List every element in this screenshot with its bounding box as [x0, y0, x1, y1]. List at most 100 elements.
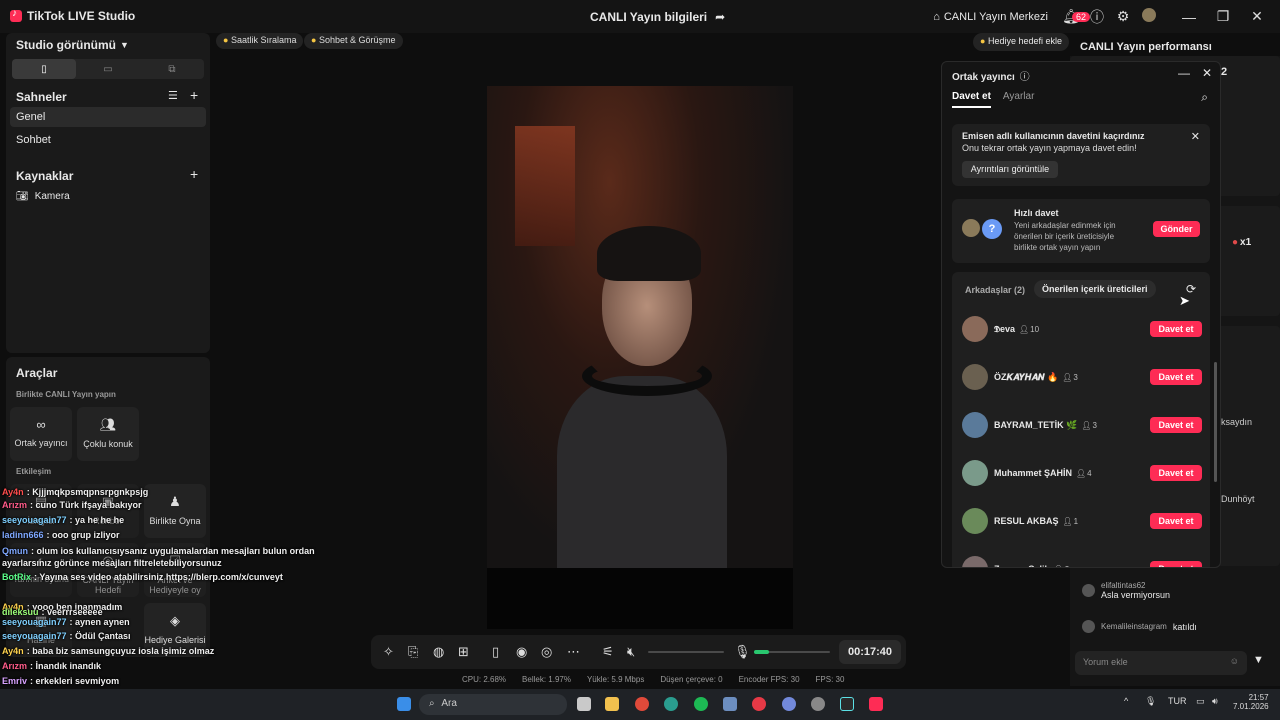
cohost-tool-button[interactable]: ∞ Ortak yayıncı [10, 407, 72, 461]
effects-icon[interactable]: ◍ [433, 644, 444, 660]
microphone-icon[interactable]: 🎙︎ [734, 644, 751, 660]
invite-button[interactable]: Davet et [1150, 513, 1202, 529]
scrollbar[interactable] [1214, 362, 1217, 482]
clock[interactable]: 21:57 7.01.2026 [1233, 693, 1269, 711]
windows-start-icon[interactable] [397, 697, 411, 711]
cohost-tabs: Davet et Ayarlar [952, 91, 1034, 108]
gift-icon: ◈ [170, 613, 180, 628]
mic-slider[interactable] [754, 650, 830, 654]
scene-item-genel[interactable]: Genel [10, 107, 206, 127]
search-button[interactable]: ⌕ [1201, 90, 1208, 105]
record-icon[interactable]: ◉ [516, 644, 527, 660]
phone-icon[interactable]: ▯ [492, 644, 499, 660]
tab-friends[interactable]: Arkadaşlar (2) [965, 285, 1025, 295]
invite-button[interactable]: Davet et [1150, 417, 1202, 433]
edge-icon[interactable] [664, 697, 678, 711]
add-scene-button[interactable]: + [190, 87, 198, 103]
landscape-layout-tab[interactable]: ▭ [76, 59, 140, 79]
chat-icon: ● [311, 35, 317, 45]
file-explorer-icon[interactable] [605, 697, 619, 711]
notification-badge: 62 [1072, 12, 1091, 22]
friend-row: Zeynep Çelik 👤︎2 Davet et [962, 553, 1202, 567]
settings-button[interactable]: ⚙ [1110, 8, 1136, 25]
add-source-button[interactable]: + [190, 166, 198, 182]
chat-message: ayarlarsınız görünce mesajları filtrelet… [2, 558, 222, 568]
invite-button[interactable]: Davet et [1150, 321, 1202, 337]
add-media-icon[interactable]: ⊞ [458, 644, 469, 660]
scene-item-sohbet[interactable]: Sohbet [10, 130, 206, 150]
chrome-icon[interactable] [635, 697, 649, 711]
taskbar-search[interactable]: ⌕ Ara [419, 694, 567, 715]
more-icon[interactable]: ⋯ [567, 644, 580, 660]
landscape-icon: ▭ [103, 63, 113, 75]
send-button[interactable]: Gönder [1153, 221, 1200, 237]
language-indicator[interactable]: TUR [1168, 696, 1187, 706]
volume-slider[interactable] [648, 651, 724, 653]
invite-button[interactable]: Davet et [1150, 369, 1202, 385]
live-info-button[interactable]: CANLI Yayın bilgileri ➦ [590, 10, 725, 24]
portrait-layout-tab[interactable]: ▯ [12, 59, 76, 79]
audio-settings-icon[interactable]: ⚟ [602, 644, 614, 660]
comment-input[interactable]: Yorum ekle ☺ [1075, 651, 1247, 675]
person-icon: 👤︎ [1076, 468, 1087, 478]
translate-icon[interactable]: ⎘ [408, 644, 418, 660]
close-button[interactable]: ✕ [1244, 8, 1270, 25]
dismiss-button[interactable]: ✕ [1191, 130, 1200, 143]
friend-count: 4 [1087, 468, 1092, 478]
studio-view-dropdown[interactable]: Studio görünümü ▼ [16, 38, 129, 52]
streamer-figure [557, 206, 727, 576]
hourly-ranking-chip[interactable]: ● Saatlik Sıralama [216, 33, 304, 49]
maximize-button[interactable]: ❐ [1210, 8, 1236, 25]
dialog-minimize-button[interactable]: — [1178, 66, 1190, 80]
stat-cpu: CPU: 2.68% [462, 675, 507, 684]
camera-switch-icon[interactable]: ◎ [541, 644, 552, 660]
steam-icon[interactable] [723, 697, 737, 711]
scenes-title: Sahneler [16, 90, 67, 104]
plus-icon: + [190, 87, 199, 103]
filter-button[interactable]: ▼ [1253, 654, 1264, 666]
dual-screen-icon: ⧉ [168, 63, 176, 75]
dual-layout-tab[interactable]: ⧉ [140, 59, 204, 79]
avatar [962, 316, 988, 342]
cohost-dialog: Ortak yayıncı ⓘ — ✕ Davet et Ayarlar ⌕ E… [941, 61, 1221, 568]
multi-guest-tool-button[interactable]: 👥︎ Çoklu konuk [77, 407, 139, 461]
chat-meet-chip[interactable]: ● Sohbet & Görüşme [304, 33, 403, 49]
tiktok-live-studio-icon[interactable] [869, 697, 883, 711]
tab-suggested-creators[interactable]: Önerilen içerik üreticileri [1034, 280, 1156, 298]
friend-count: 1 [1073, 516, 1079, 526]
view-details-button[interactable]: Ayrıntıları görüntüle [962, 161, 1058, 178]
dialog-close-button[interactable]: ✕ [1202, 66, 1212, 80]
task-view-icon[interactable] [577, 697, 591, 711]
spotify-icon[interactable] [694, 697, 708, 711]
recorder-icon[interactable] [752, 697, 766, 711]
add-gift-goal-button[interactable]: ● Hediye hedefi ekle [973, 33, 1070, 51]
speaker-muted-icon[interactable]: 🔇︎ [627, 644, 635, 660]
friend-name: RESUL AKBAŞ [994, 516, 1059, 526]
chat-text: ayarlarsınız görünce mesajları filtrelet… [2, 558, 222, 568]
play-together-tool-button[interactable]: ♟ Birlikte Oyna [144, 484, 206, 538]
source-item-camera[interactable]: 📷︎ Kamera [16, 191, 70, 202]
scene-list-button[interactable]: ☰ [168, 89, 178, 102]
sources-title: Kaynaklar [16, 169, 74, 183]
microphone-icon[interactable]: 🎙︎ [1145, 696, 1156, 707]
profile-avatar[interactable] [1136, 8, 1162, 25]
discord-icon[interactable] [782, 697, 796, 711]
magic-wand-icon[interactable]: ✧ [383, 644, 394, 660]
invite-button[interactable]: Davet et [1150, 561, 1202, 567]
stream-preview[interactable] [487, 86, 793, 629]
notification-button[interactable]: 🔔︎ 62 [1058, 8, 1091, 25]
share-icon: ➦ [715, 10, 726, 24]
tab-settings[interactable]: Ayarlar [1003, 91, 1035, 108]
performance-value: 2 [1221, 66, 1228, 78]
minimize-button[interactable]: — [1176, 9, 1202, 25]
emoji-icon[interactable]: ☺ [1230, 656, 1239, 666]
network-icon[interactable]: ▭ [1196, 696, 1205, 707]
invite-button[interactable]: Davet et [1150, 465, 1202, 481]
live-center-button[interactable]: ⌂ CANLI Yayın Merkezi [933, 11, 1048, 23]
terminal-icon[interactable] [840, 697, 854, 711]
tab-invite[interactable]: Davet et [952, 91, 991, 108]
chat-text: veerrrseeeee [47, 607, 103, 617]
volume-icon[interactable]: 🔊︎ [1212, 696, 1218, 707]
obs-icon[interactable] [811, 697, 825, 711]
chevron-up-icon[interactable]: ^ [1124, 696, 1128, 706]
